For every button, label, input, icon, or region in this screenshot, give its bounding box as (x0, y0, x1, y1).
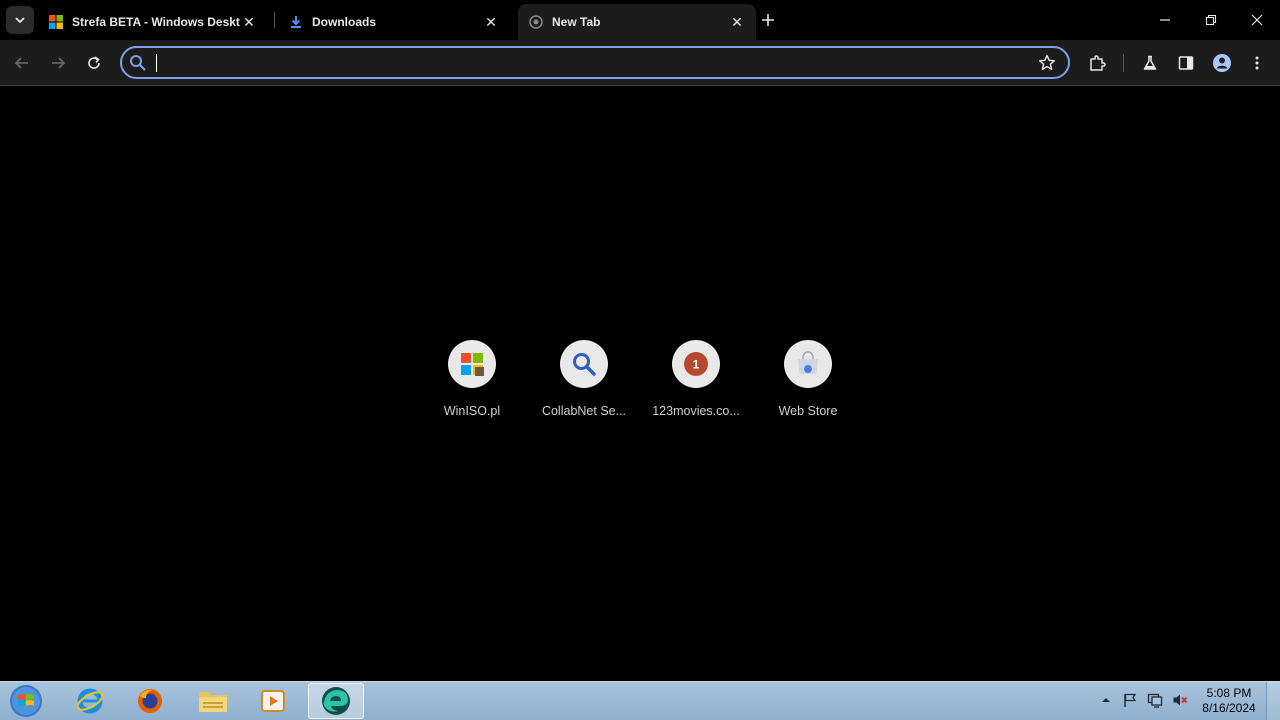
edge-beta-icon (322, 687, 350, 715)
extensions-button[interactable] (1083, 49, 1111, 77)
arrow-right-icon (52, 57, 66, 69)
bookmark-star-icon[interactable] (1038, 54, 1056, 72)
volume-button[interactable] (1172, 692, 1188, 708)
shortcut-tile[interactable]: 1 123movies.co... (640, 340, 752, 436)
menu-button[interactable] (1243, 49, 1271, 77)
flag-icon (1124, 693, 1137, 707)
reload-button[interactable] (80, 49, 108, 77)
tab-new-tab[interactable]: New Tab ✕ (518, 4, 756, 40)
plus-icon (762, 14, 774, 26)
text-caret (156, 54, 157, 72)
clock-time: 5:08 PM (1206, 686, 1252, 700)
tab-title: Downloads (312, 15, 377, 29)
close-tab-icon[interactable]: ✕ (240, 13, 258, 31)
toolbar (0, 40, 1280, 86)
close-icon (1251, 14, 1263, 26)
profile-button[interactable] (1208, 49, 1236, 77)
shortcut-tile[interactable]: Web Store (752, 340, 864, 436)
winiso-icon (461, 353, 484, 376)
tab-title: New Tab (552, 15, 601, 29)
magnifier-icon (573, 353, 596, 376)
tab-separator (274, 12, 275, 28)
chevron-down-icon (15, 17, 25, 24)
shortcut-icon-container: 1 (672, 340, 720, 388)
show-desktop-button[interactable] (1266, 682, 1280, 720)
new-tab-button[interactable] (756, 8, 780, 32)
labs-button[interactable] (1136, 49, 1164, 77)
minimize-button[interactable] (1151, 6, 1179, 34)
tab-strip: Strefa BETA - Windows Desktop ✕ Download… (0, 0, 1280, 40)
tab-search-button[interactable] (6, 6, 34, 34)
taskbar-internet-explorer[interactable] (62, 683, 118, 719)
file-explorer-icon (199, 692, 227, 712)
new-tab-page: WinISO.pl CollabNet Se... 1 123movies.co… (0, 87, 1280, 681)
internet-explorer-icon (76, 688, 104, 714)
arrow-left-icon (14, 57, 28, 69)
firefox-icon (138, 689, 162, 713)
search-icon (130, 55, 146, 71)
minimize-icon (1160, 19, 1170, 21)
media-player-icon (261, 690, 285, 712)
start-button[interactable] (6, 683, 46, 719)
taskbar-file-explorer[interactable] (185, 683, 241, 719)
chrome-icon (528, 14, 544, 30)
restore-icon (1205, 14, 1217, 26)
shortcut-label: 123movies.co... (652, 404, 740, 418)
shortcut-label: Web Store (778, 404, 838, 418)
shortcut-tile[interactable]: WinISO.pl (416, 340, 528, 436)
side-panel-button[interactable] (1172, 49, 1200, 77)
address-input[interactable] (156, 52, 1016, 74)
web-store-icon (798, 351, 818, 374)
restore-button[interactable] (1197, 6, 1225, 34)
taskbar-firefox[interactable] (122, 683, 178, 719)
action-center-button[interactable] (1122, 692, 1138, 708)
shortcut-label: WinISO.pl (443, 404, 501, 418)
toolbar-divider (1123, 54, 1124, 72)
show-hidden-icons-button[interactable] (1098, 692, 1114, 708)
clock-date: 8/16/2024 (1202, 701, 1256, 715)
reload-icon (88, 56, 100, 69)
flask-icon (1143, 55, 1157, 70)
windows-start-icon (10, 685, 42, 717)
badge-count: 1 (693, 358, 700, 372)
close-window-button[interactable] (1243, 6, 1271, 34)
shortcut-label: CollabNet Se... (541, 404, 627, 418)
system-clock[interactable]: 5:08 PM 8/16/2024 (1196, 686, 1262, 716)
taskbar-edge-beta[interactable] (308, 683, 364, 719)
more-vert-icon (1255, 56, 1259, 70)
windows-logo-icon (48, 14, 64, 30)
close-tab-icon[interactable]: ✕ (728, 13, 746, 31)
profile-avatar-icon (1213, 54, 1231, 72)
volume-muted-icon (1173, 694, 1188, 706)
network-button[interactable] (1147, 692, 1163, 708)
network-icon (1147, 693, 1163, 708)
back-button[interactable] (8, 49, 36, 77)
tab-strefa-beta[interactable]: Strefa BETA - Windows Desktop ✕ (38, 4, 268, 40)
forward-button[interactable] (44, 49, 72, 77)
shortcut-icon-container (560, 340, 608, 388)
shortcut-icon-container (448, 340, 496, 388)
close-tab-icon[interactable]: ✕ (482, 13, 500, 31)
download-icon (288, 14, 304, 30)
side-panel-icon (1178, 56, 1194, 70)
badge-icon: 1 (684, 352, 708, 376)
shortcut-tile[interactable]: CollabNet Se... (528, 340, 640, 436)
shortcut-icon-container (784, 340, 832, 388)
taskbar: 5:08 PM 8/16/2024 (0, 681, 1280, 720)
tab-title: Strefa BETA - Windows Desktop (72, 15, 240, 29)
address-bar[interactable] (120, 46, 1070, 79)
puzzle-icon (1090, 55, 1106, 71)
chevron-up-icon (1102, 698, 1110, 702)
taskbar-media-player[interactable] (245, 683, 301, 719)
tab-downloads[interactable]: Downloads ✕ (278, 4, 510, 40)
